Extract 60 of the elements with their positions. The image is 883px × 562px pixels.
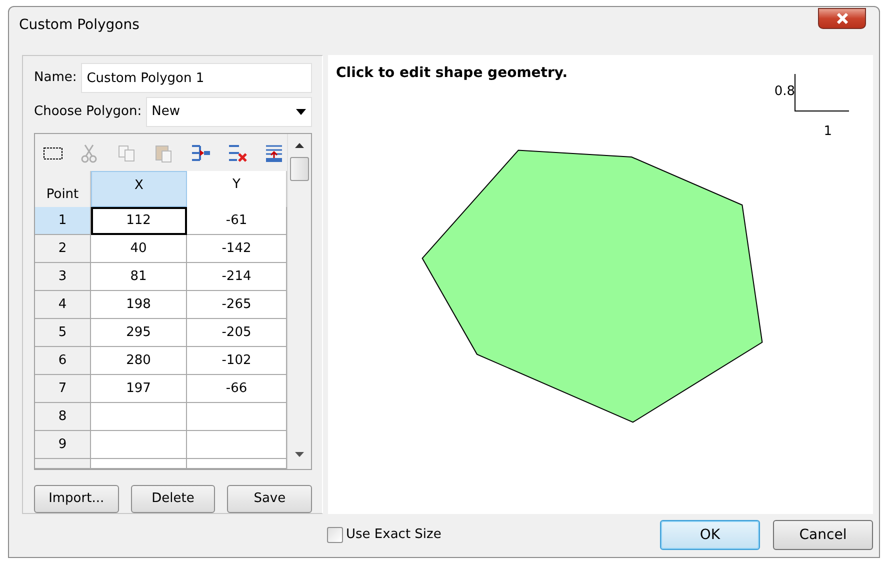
row-header[interactable]: 2 <box>35 235 91 263</box>
row-header[interactable]: 8 <box>35 403 91 431</box>
polygon-shape[interactable] <box>422 150 763 423</box>
table-cell[interactable]: 197 <box>91 375 187 403</box>
table-cell[interactable]: -205 <box>187 319 287 347</box>
grid-action-button[interactable]: Import... <box>34 485 119 513</box>
table-cell[interactable]: 280 <box>91 347 187 375</box>
table-cell[interactable]: -61 <box>187 207 287 235</box>
polygon-dropdown[interactable]: New <box>146 97 312 127</box>
window-title: Custom Polygons <box>19 16 140 34</box>
table-cell[interactable]: -265 <box>187 291 287 319</box>
table-cell[interactable] <box>91 431 187 459</box>
row-header[interactable] <box>35 459 91 469</box>
table-cell[interactable]: -142 <box>187 235 287 263</box>
dialog-button[interactable]: Cancel <box>773 520 873 550</box>
table-cell[interactable] <box>187 431 287 459</box>
checkbox[interactable] <box>327 527 343 543</box>
name-field[interactable]: Custom Polygon 1 <box>80 63 312 93</box>
table-cell[interactable] <box>187 403 287 431</box>
table-cell[interactable]: 295 <box>91 319 187 347</box>
table-cell[interactable]: -214 <box>187 263 287 291</box>
table-cell[interactable]: 198 <box>91 291 187 319</box>
table-cell[interactable]: -66 <box>187 375 287 403</box>
scale-y-label: 0.8 <box>774 83 795 101</box>
table-cell[interactable] <box>187 459 287 469</box>
dialog-button[interactable]: OK <box>660 520 760 550</box>
scroll-thumb[interactable] <box>290 157 310 181</box>
name-label: Name: <box>34 69 77 88</box>
exact-size-checkbox[interactable]: Use Exact Size <box>327 525 442 545</box>
row-header[interactable]: 3 <box>35 263 91 291</box>
append-row-icon[interactable] <box>264 142 284 163</box>
row-header[interactable]: 1 <box>35 207 91 235</box>
scale-x-label: 1 <box>824 123 832 141</box>
table-cell[interactable] <box>91 403 187 431</box>
row-header[interactable]: 4 <box>35 291 91 319</box>
scroll-down-icon <box>295 452 304 457</box>
row-header[interactable]: 7 <box>35 375 91 403</box>
drawing-canvas[interactable]: Click to edit shape geometry. 0.8 1 <box>328 55 873 514</box>
scrollbar[interactable] <box>287 134 311 469</box>
scroll-up-icon <box>295 143 304 148</box>
column-header[interactable]: Y <box>187 171 287 207</box>
row-header[interactable]: 5 <box>35 319 91 347</box>
row-header[interactable]: 9 <box>35 431 91 459</box>
scale-bar-icon <box>794 74 850 112</box>
close-icon <box>836 13 848 24</box>
insert-row-icon[interactable] <box>190 142 210 163</box>
close-button[interactable] <box>818 8 866 29</box>
table-cell[interactable]: 112 <box>91 207 187 235</box>
table-cell[interactable] <box>91 459 187 469</box>
row-header[interactable]: 6 <box>35 347 91 375</box>
grid-action-button[interactable]: Save <box>227 485 312 513</box>
delete-row-icon[interactable] <box>226 142 248 163</box>
instruction-text: Click to edit shape geometry. <box>336 64 568 83</box>
grid-action-button[interactable]: Delete <box>130 485 216 513</box>
table-cell[interactable]: 81 <box>91 263 187 291</box>
table-cell[interactable]: 40 <box>91 235 187 263</box>
column-header[interactable]: X <box>91 171 187 207</box>
polygon-label: Choose Polygon: <box>34 103 142 122</box>
table-cell[interactable]: -102 <box>187 347 287 375</box>
dropdown-arrow-icon <box>296 109 306 115</box>
